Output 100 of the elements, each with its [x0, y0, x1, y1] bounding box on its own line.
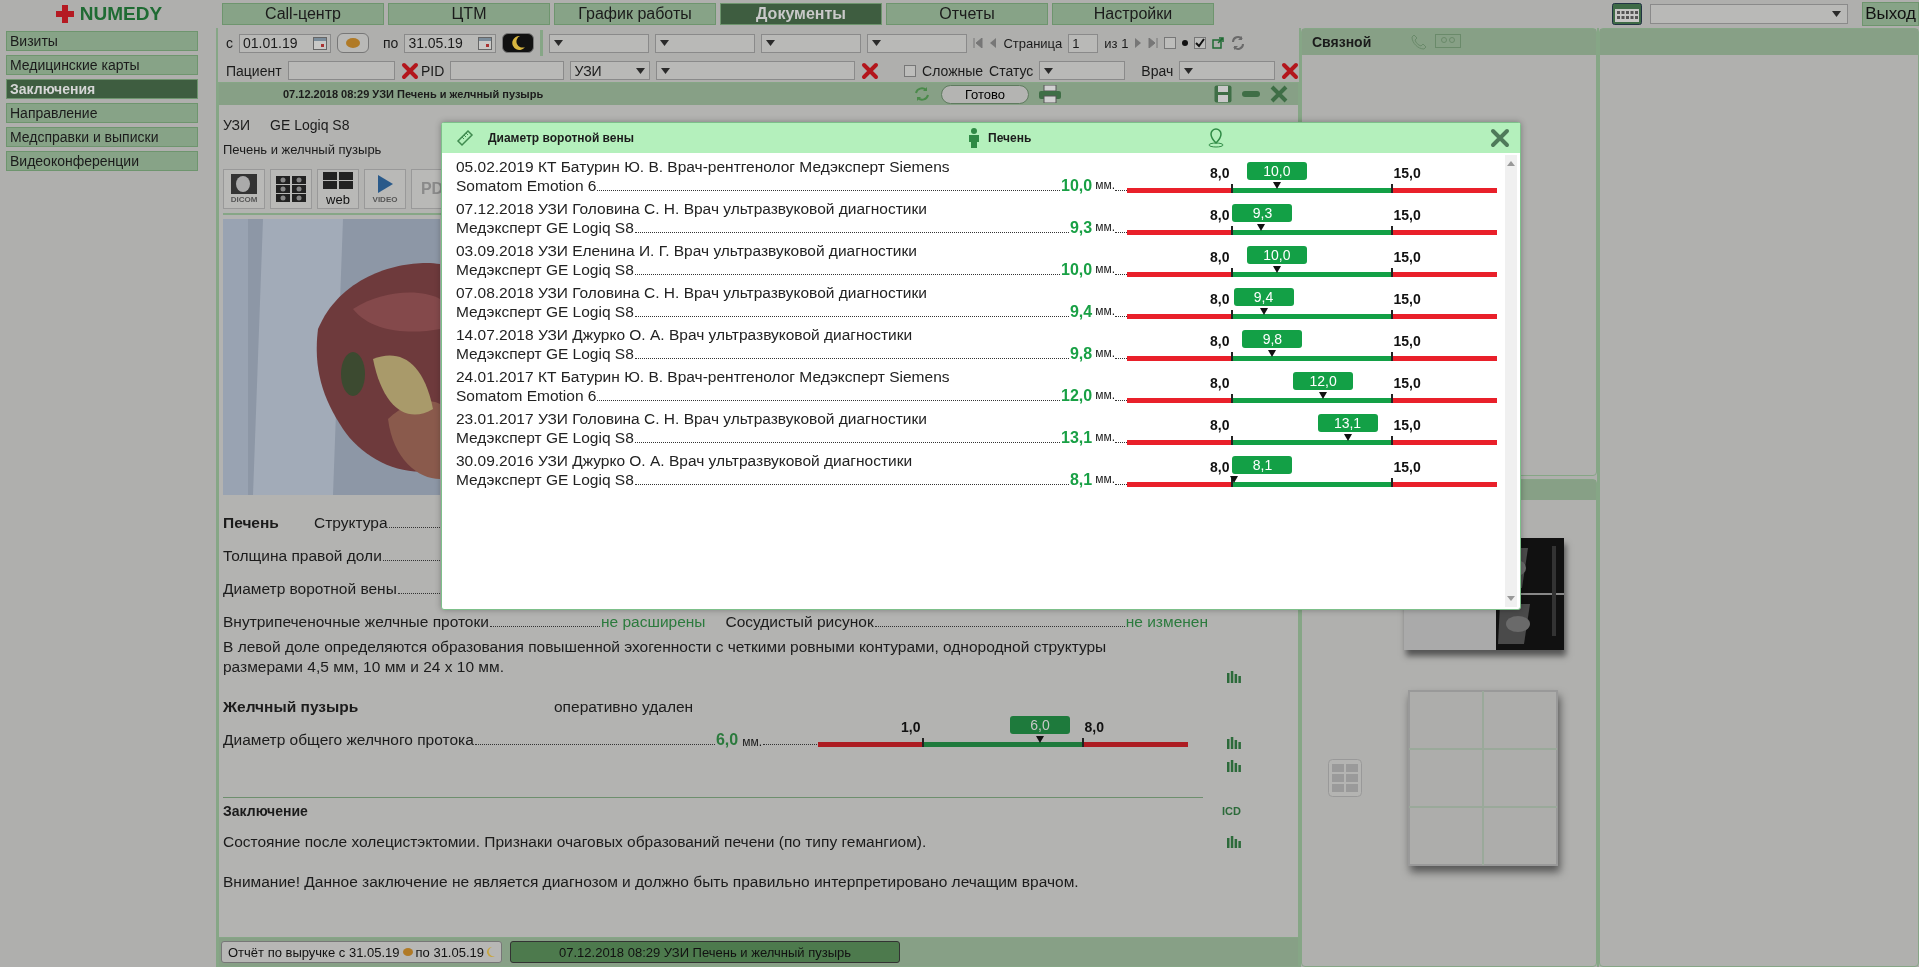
clear-icon[interactable]	[401, 61, 419, 80]
done-button[interactable]: Готово	[941, 84, 1029, 104]
measurement-value: 13,1	[1061, 428, 1093, 447]
sidebar-item[interactable]: Медицинские карты	[6, 55, 198, 75]
video-button[interactable]: VIDEO	[364, 169, 406, 209]
range-max: 15,0	[1392, 375, 1421, 391]
study-info: Somatom Emotion 6	[456, 176, 597, 195]
close-icon[interactable]	[1270, 85, 1288, 103]
nav-tab[interactable]: Настройки	[1052, 3, 1214, 25]
checkbox[interactable]	[904, 64, 917, 77]
nav-tab[interactable]: График работы	[554, 3, 716, 25]
date-field[interactable]: 01.01.19	[239, 33, 331, 53]
unit-label: мм.	[1095, 177, 1115, 194]
caret-icon	[1044, 67, 1054, 74]
range-min: 8,0	[1210, 417, 1231, 433]
layout-grid-icon[interactable]	[1328, 759, 1362, 797]
finding-text: В левой доле определяются образования повышенной эхогенности с четкими ровными контурами, однородной структуры размерами 4,5 мм, 10 мм и 24 х 10 мм.	[223, 637, 1108, 677]
bottom-tab[interactable]: 07.12.2018 08:29 УЗИ Печень и желчный пузырь	[510, 941, 900, 963]
field-label: Диаметр общего желчного протока	[223, 731, 474, 749]
sidebar-item[interactable]: Видеоконференции	[6, 151, 198, 171]
sidebar-item[interactable]: Заключения	[6, 79, 198, 99]
location-pin-icon	[1208, 128, 1224, 148]
image-grid-button[interactable]	[270, 169, 312, 209]
field-value: оперативно удален	[554, 698, 694, 716]
dropdown[interactable]	[1179, 61, 1275, 80]
range-min: 8,0	[1210, 249, 1231, 265]
nav-tab[interactable]: Документы	[720, 3, 882, 25]
study-info: 24.01.2017 КТ Батурин Ю. В. Врач-рентгенолог Медэксперт Siemens	[456, 367, 951, 386]
dropdown[interactable]	[549, 33, 650, 53]
study-info: Медэксперт GE Logiq S8	[456, 302, 634, 321]
date-field[interactable]: 31.05.19	[404, 33, 497, 53]
study-info: Медэксперт GE Logiq S8	[456, 344, 634, 363]
caret-icon	[660, 67, 670, 74]
scrollbar[interactable]	[1505, 155, 1517, 607]
dropdown[interactable]	[1039, 61, 1126, 80]
printer-icon[interactable]	[1039, 85, 1061, 103]
bar-chart-icon	[1227, 737, 1241, 749]
dropdown[interactable]	[1650, 4, 1849, 24]
image-grid-icon	[274, 174, 308, 204]
dicom-button[interactable]: DICOM	[223, 169, 265, 209]
phone-icon[interactable]	[1411, 34, 1428, 50]
checkbox[interactable]	[1194, 37, 1207, 49]
next-page-icon[interactable]	[1134, 38, 1143, 48]
save-icon[interactable]	[1214, 85, 1232, 103]
dropdown[interactable]	[655, 33, 756, 53]
unit-label: мм.	[1095, 387, 1115, 404]
video-call-icon[interactable]	[1435, 34, 1462, 50]
refresh-icon[interactable]	[1230, 35, 1247, 51]
study-info: Медэксперт GE Logiq S8	[456, 260, 634, 279]
range-min: 8,0	[1210, 207, 1231, 223]
range-min: 8,0	[1210, 291, 1231, 307]
dropdown[interactable]	[655, 61, 855, 80]
nav-tab[interactable]: ЦТМ	[388, 3, 550, 25]
last-page-icon[interactable]	[1148, 38, 1159, 48]
nav-tab[interactable]: Отчеты	[886, 3, 1048, 25]
pid-field[interactable]	[450, 61, 564, 80]
nav-tab[interactable]: Call-центр	[222, 3, 384, 25]
calendar-icon[interactable]	[478, 36, 493, 50]
device-label: GE Logiq S8	[270, 117, 350, 133]
sidebar-item[interactable]: Медсправки и выписки	[6, 127, 198, 147]
measurement-value: 9,3	[1069, 218, 1093, 237]
sidebar-item[interactable]: Направление	[6, 103, 198, 123]
clear-icon[interactable]	[860, 61, 879, 80]
calendar-icon[interactable]	[313, 36, 327, 50]
first-page-icon[interactable]	[973, 38, 984, 48]
dropdown[interactable]	[867, 33, 968, 53]
measurement-value: 9,8	[1069, 344, 1093, 363]
bottom-tab[interactable]: Отчёт по выручке с 31.05.19 по 31.05.19	[221, 941, 502, 963]
day-button[interactable]	[337, 33, 369, 53]
patient-field[interactable]	[287, 61, 395, 80]
study-label: Печень и желчный пузырь	[223, 141, 382, 157]
external-link-icon[interactable]	[1212, 37, 1225, 49]
calendar-icon[interactable]	[1612, 3, 1643, 25]
measurement-value: 9,4	[1069, 302, 1093, 321]
minimize-icon[interactable]	[1242, 91, 1260, 97]
page-field[interactable]: 1	[1068, 33, 1099, 53]
refresh-icon[interactable]	[913, 86, 931, 102]
caret-icon	[766, 40, 776, 46]
caret-icon	[635, 67, 645, 74]
dropdown[interactable]: УЗИ	[569, 61, 650, 80]
study-info: Медэксперт GE Logiq S8	[456, 428, 634, 447]
clear-icon[interactable]	[1281, 61, 1299, 80]
from-label: с	[226, 35, 233, 51]
document-title: 07.12.2018 08:29 УЗИ Печень и желчный пузырь	[282, 88, 545, 100]
value-badge: 10,0	[1246, 246, 1307, 264]
layout-grid[interactable]	[1408, 690, 1558, 866]
study-info: 07.12.2018 УЗИ Головина С. Н. Врач ультразвуковой диагностики	[456, 199, 928, 218]
exit-button[interactable]: Выход	[1862, 2, 1919, 26]
patient-label: Пациент	[226, 62, 282, 79]
person-icon	[968, 128, 980, 148]
close-icon[interactable]	[1490, 128, 1510, 148]
dropdown[interactable]	[761, 33, 862, 53]
caret-icon	[554, 40, 564, 46]
prev-page-icon[interactable]	[989, 38, 998, 48]
checkbox[interactable]	[1164, 37, 1177, 49]
web-button[interactable]: web	[317, 169, 359, 209]
sidebar-item[interactable]: Визиты	[6, 31, 198, 51]
night-button[interactable]	[502, 33, 535, 53]
value-badge: 13,1	[1317, 414, 1378, 432]
scan-icon	[231, 174, 257, 194]
